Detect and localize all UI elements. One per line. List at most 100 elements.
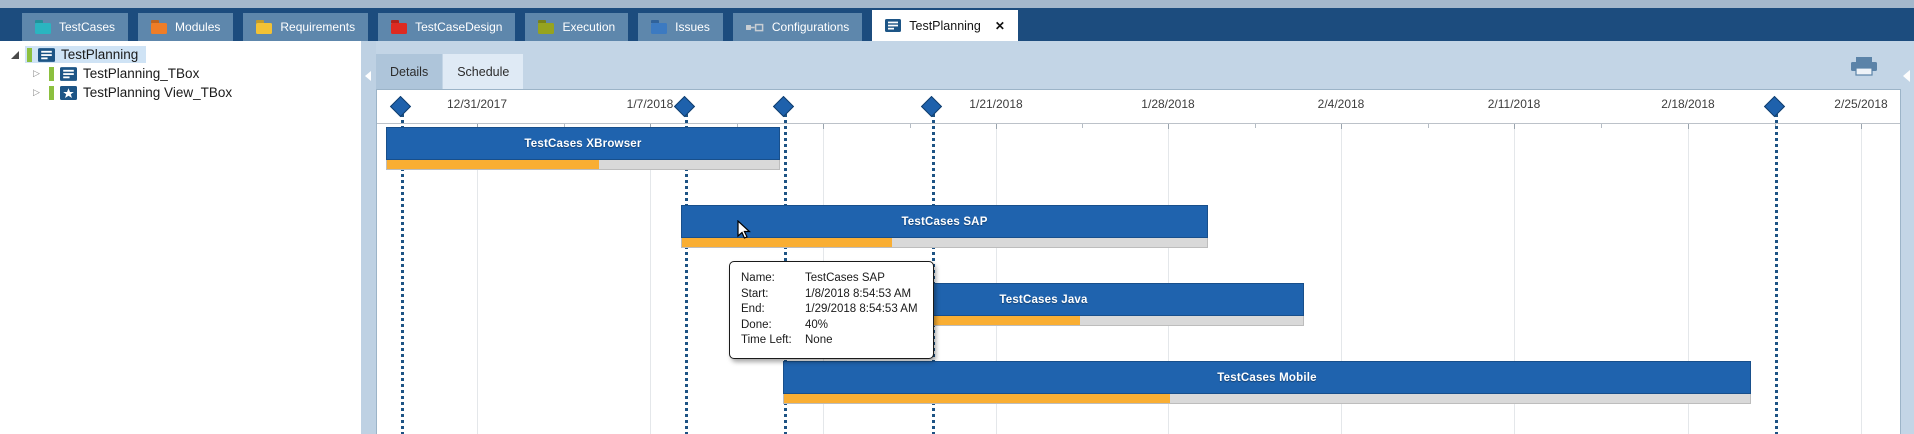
tree-item-label: TestPlanning [61, 47, 138, 62]
task-bar-label: TestCases SAP [901, 216, 987, 228]
folder-icon [256, 23, 272, 34]
tooltip-field-value: 1/29/2018 8:54:53 AM [805, 302, 922, 318]
tab-requirements[interactable]: Requirements [243, 13, 368, 41]
axis-date-label: 12/31/2017 [447, 97, 507, 111]
tab-label: TestCaseDesign [415, 20, 502, 34]
tooltip-field-value: TestCases SAP [805, 271, 922, 287]
green-status-bar-icon [27, 48, 32, 62]
task-progress-done [682, 238, 892, 247]
close-icon[interactable]: ✕ [995, 19, 1005, 33]
milestone-diamond-icon[interactable] [773, 96, 794, 117]
ruler-tick [823, 124, 824, 129]
ruler-tick [1861, 124, 1862, 129]
folder-icon [391, 23, 407, 34]
tab-execution[interactable]: Execution [525, 13, 628, 41]
tab-label: TestPlanning [909, 19, 981, 33]
plug-icon [746, 22, 764, 33]
tab-configurations[interactable]: Configurations [733, 13, 862, 41]
milestone-diamond-icon[interactable] [1764, 96, 1785, 117]
application-window: TestCases Modules Requirements TestCaseDesi… [0, 0, 1914, 434]
main-tab-bar: TestCases Modules Requirements TestCaseDesi… [0, 8, 1914, 41]
tooltip-field-value: None [805, 333, 922, 349]
week-gridline [1861, 123, 1862, 434]
schedule-subtab-bar: DetailsSchedule [376, 41, 1914, 89]
green-status-bar-icon [49, 67, 54, 81]
tooltip-row: End:1/29/2018 8:54:53 AM [741, 302, 922, 318]
task-bar[interactable]: TestCases Mobile [783, 361, 1751, 394]
subtab-schedule[interactable]: Schedule [443, 54, 523, 89]
axis-date-label: 1/7/2018 [627, 97, 674, 111]
expander-closed-icon[interactable]: ▷ [30, 86, 43, 99]
axis-date-label: 2/18/2018 [1661, 97, 1714, 111]
tab-issues[interactable]: Issues [638, 13, 723, 41]
axis-date-label: 1/21/2018 [969, 97, 1022, 111]
document-icon [60, 67, 77, 81]
timeline-ruler [377, 123, 1900, 124]
task-progress-done [784, 394, 1170, 403]
gantt-task-testcases-xbrowser[interactable]: TestCases XBrowser [386, 127, 780, 170]
right-margin-strip [1901, 89, 1914, 434]
gantt-task-testcases-sap[interactable]: TestCases SAP [681, 205, 1208, 248]
tab-label: Issues [675, 20, 710, 34]
mouse-cursor [737, 220, 752, 246]
task-bar-label: TestCases XBrowser [524, 138, 641, 150]
tab-label: Requirements [280, 20, 355, 34]
ruler-minor-tick [1255, 124, 1256, 128]
panel-splitter[interactable] [361, 41, 376, 434]
tree-item-testplanning[interactable]: TestPlanning [0, 45, 361, 64]
tree-item-body: TestPlanning [25, 46, 146, 63]
ruler-minor-tick [1082, 124, 1083, 128]
document-icon [885, 19, 901, 32]
expander-closed-icon[interactable]: ▷ [30, 67, 43, 80]
tab-label: Modules [175, 20, 220, 34]
milestone-guide-line [1775, 114, 1778, 434]
document-icon [38, 48, 55, 62]
tab-testplanning[interactable]: TestPlanning ✕ [872, 10, 1018, 41]
tree-item-label: TestPlanning_TBox [83, 66, 199, 81]
milestone-diamond-icon[interactable] [390, 96, 411, 117]
tooltip-field-label: Name: [741, 271, 805, 287]
tree-item-testplanning-view-tbox[interactable]: ▷ TestPlanning View_TBox [0, 83, 361, 102]
tree-item-label: TestPlanning View_TBox [83, 85, 232, 100]
print-icon[interactable] [1851, 57, 1877, 82]
gantt-task-testcases-mobile[interactable]: TestCases Mobile [783, 361, 1751, 404]
ruler-minor-tick [1428, 124, 1429, 128]
tree-item-testplanning-tbox[interactable]: ▷ TestPlanning_TBox [0, 64, 361, 83]
tree-item-body: TestPlanning_TBox [47, 65, 207, 82]
milestone-diamond-icon[interactable] [674, 96, 695, 117]
axis-date-label: 1/28/2018 [1141, 97, 1194, 111]
axis-date-label: 2/25/2018 [1834, 97, 1887, 111]
tooltip-field-label: Time Left: [741, 333, 805, 349]
task-bar-label: TestCases Java [999, 294, 1087, 306]
tab-testcases[interactable]: TestCases [22, 13, 128, 41]
ruler-minor-tick [910, 124, 911, 128]
ruler-tick [1341, 124, 1342, 129]
folder-icon [538, 23, 554, 34]
task-bar[interactable]: TestCases XBrowser [386, 127, 780, 160]
ruler-tick [1168, 124, 1169, 129]
task-bar[interactable]: TestCases SAP [681, 205, 1208, 238]
gantt-chart: Name:TestCases SAPStart:1/8/2018 8:54:53… [376, 89, 1901, 434]
expander-open-icon[interactable] [8, 48, 21, 61]
window-top-strip [0, 0, 1914, 8]
folder-icon [35, 23, 51, 34]
tooltip-row: Start:1/8/2018 8:54:53 AM [741, 287, 922, 303]
task-progress-track [681, 238, 1208, 248]
task-progress-done [387, 160, 599, 169]
tooltip-row: Done:40% [741, 318, 922, 334]
tab-label: Configurations [772, 20, 849, 34]
tab-modules[interactable]: Modules [138, 13, 233, 41]
task-progress-track [386, 160, 780, 170]
milestone-diamond-icon[interactable] [921, 96, 942, 117]
ruler-tick [1688, 124, 1689, 129]
tooltip-field-label: Done: [741, 318, 805, 334]
tooltip-row: Name:TestCases SAP [741, 271, 922, 287]
subtab-details[interactable]: Details [376, 54, 442, 89]
tab-testcasedesign[interactable]: TestCaseDesign [378, 13, 515, 41]
collapse-left-arrow-icon[interactable] [365, 71, 371, 81]
task-tooltip: Name:TestCases SAPStart:1/8/2018 8:54:53… [729, 261, 934, 359]
tooltip-row: Time Left:None [741, 333, 922, 349]
green-status-bar-icon [49, 86, 54, 100]
collapse-right-arrow-icon[interactable] [1903, 70, 1910, 82]
star-icon [60, 86, 77, 100]
